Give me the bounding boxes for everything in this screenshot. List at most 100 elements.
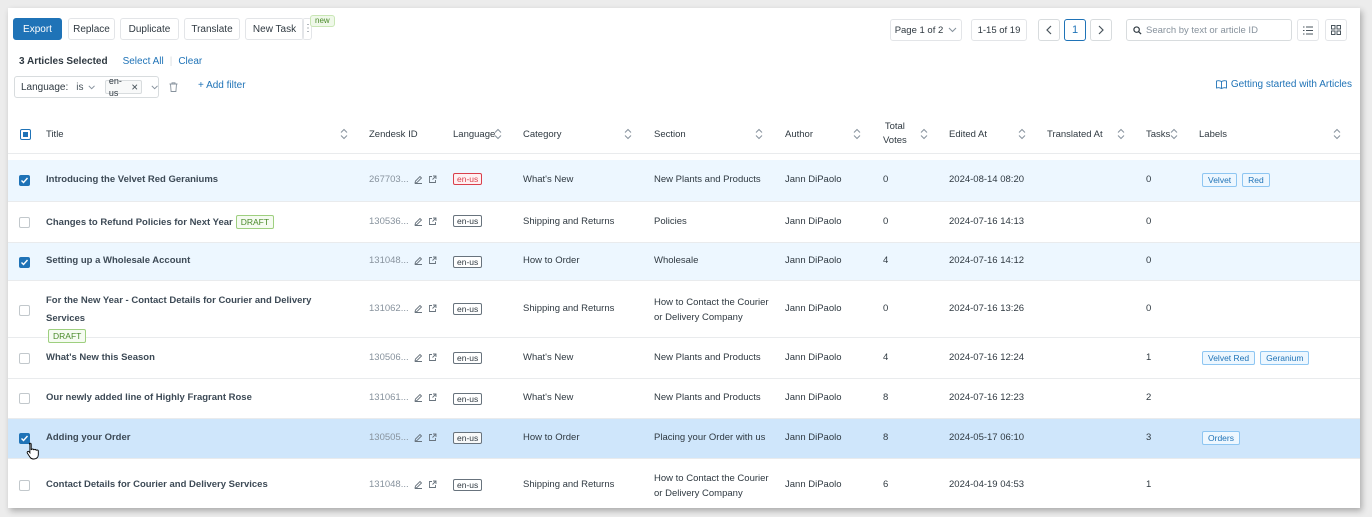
article-title[interactable]: Contact Details for Courier and Delivery… [46, 479, 268, 490]
external-link-icon[interactable] [428, 175, 437, 184]
sort-icon[interactable] [1333, 128, 1341, 140]
sort-icon[interactable] [1018, 128, 1026, 140]
external-link-icon[interactable] [428, 393, 437, 402]
table-row[interactable]: Introducing the Velvet Red Geraniums 267… [8, 160, 1360, 202]
external-link-icon[interactable] [428, 217, 437, 226]
column-zendesk-id[interactable]: Zendesk ID [369, 114, 418, 154]
language-badge: en-us [453, 393, 483, 405]
label-chip[interactable]: Red [1242, 173, 1270, 187]
article-title[interactable]: Changes to Refund Policies for Next Year [46, 217, 233, 228]
external-link-icon[interactable] [428, 256, 437, 265]
column-total-votes[interactable]: Total Votes [883, 114, 907, 154]
row-checkbox[interactable] [19, 393, 30, 404]
column-labels[interactable]: Labels [1199, 114, 1227, 154]
article-title[interactable]: What's New this Season [46, 352, 155, 363]
sort-icon[interactable] [755, 128, 763, 140]
column-translated-at[interactable]: Translated At [1047, 114, 1103, 154]
article-title[interactable]: Adding your Order [46, 432, 130, 443]
table-row[interactable]: For the New Year - Contact Details for C… [8, 281, 1360, 343]
new-task-button[interactable]: New Task [245, 18, 304, 40]
article-title[interactable]: Introducing the Velvet Red Geraniums [46, 174, 218, 185]
language-badge: en-us [453, 479, 483, 491]
list-view-button[interactable] [1297, 19, 1319, 41]
table-row[interactable]: What's New this Season 130506... en-us W… [8, 338, 1360, 379]
external-link-icon[interactable] [428, 433, 437, 442]
external-link-icon[interactable] [428, 304, 437, 313]
row-checkbox[interactable] [19, 353, 30, 364]
search-box[interactable] [1126, 19, 1292, 41]
getting-started-label: Getting started with Articles [1230, 79, 1352, 90]
export-button[interactable]: Export [13, 18, 62, 40]
label-chip[interactable]: Geranium [1260, 351, 1310, 365]
sort-icon[interactable] [1170, 128, 1178, 140]
language-filter[interactable]: Language: is en-us [14, 76, 159, 98]
edit-icon[interactable] [414, 480, 423, 489]
label-chip[interactable]: Orders [1202, 431, 1240, 445]
column-language[interactable]: Language [453, 114, 495, 154]
sort-icon[interactable] [920, 128, 928, 140]
close-icon[interactable] [132, 84, 138, 90]
column-author[interactable]: Author [785, 114, 813, 154]
add-filter-link[interactable]: + Add filter [198, 80, 246, 91]
edit-icon[interactable] [414, 256, 423, 265]
getting-started-link[interactable]: Getting started with Articles [1215, 79, 1352, 90]
edited-at: 2024-05-17 06:10 [949, 432, 1025, 443]
edit-icon[interactable] [414, 433, 423, 442]
column-category[interactable]: Category [523, 114, 562, 154]
zendesk-id: 130506... [369, 352, 437, 363]
select-all-checkbox[interactable] [20, 129, 31, 140]
trash-icon[interactable] [169, 82, 178, 92]
row-checkbox[interactable] [19, 305, 30, 316]
sort-icon[interactable] [624, 128, 632, 140]
page-1-button[interactable]: 1 [1064, 19, 1086, 41]
edit-icon[interactable] [414, 175, 423, 184]
sort-icon[interactable] [853, 128, 861, 140]
clear-link[interactable]: Clear [178, 56, 202, 67]
replace-button[interactable]: Replace [68, 18, 115, 40]
label-chip[interactable]: Velvet Red [1202, 351, 1256, 365]
zendesk-id-text: 131062... [369, 303, 409, 314]
external-link-icon[interactable] [428, 353, 437, 362]
select-all-link[interactable]: Select All [123, 56, 164, 67]
next-page-button[interactable] [1090, 19, 1112, 41]
row-checkbox[interactable] [19, 217, 30, 228]
filter-operator[interactable]: is [76, 82, 83, 93]
article-title[interactable]: For the New Year - Contact Details for C… [46, 295, 311, 324]
table-row[interactable]: Changes to Refund Policies for Next Year… [8, 202, 1360, 243]
translate-button[interactable]: Translate [184, 18, 240, 40]
grid-view-button[interactable] [1325, 19, 1347, 41]
duplicate-button[interactable]: Duplicate [120, 18, 179, 40]
page-select[interactable]: Page 1 of 2 [890, 19, 962, 41]
edited-at: 2024-07-16 12:23 [949, 392, 1025, 403]
search-input[interactable] [1146, 24, 1286, 36]
table-row[interactable]: Our newly added line of Highly Fragrant … [8, 379, 1360, 419]
table-row[interactable]: Setting up a Wholesale Account 131048...… [8, 243, 1360, 281]
sort-icon[interactable] [1117, 128, 1125, 140]
total-votes: 8 [883, 432, 889, 443]
label-chip[interactable]: Velvet [1202, 173, 1238, 187]
table-row[interactable]: Adding your Order 130505... en-us How to… [8, 419, 1360, 459]
row-checkbox[interactable] [19, 257, 30, 268]
sort-icon[interactable] [494, 128, 502, 140]
article-title[interactable]: Setting up a Wholesale Account [46, 255, 190, 266]
article-title[interactable]: Our newly added line of Highly Fragrant … [46, 392, 252, 403]
zendesk-id-text: 130536... [369, 216, 409, 227]
edit-icon[interactable] [414, 353, 423, 362]
row-checkbox[interactable] [19, 480, 30, 491]
column-edited-at[interactable]: Edited At [949, 114, 987, 154]
external-link-icon[interactable] [428, 480, 437, 489]
column-title[interactable]: Title [46, 114, 64, 154]
sort-icon[interactable] [340, 128, 348, 140]
edit-icon[interactable] [414, 304, 423, 313]
previous-page-button[interactable] [1038, 19, 1060, 41]
table-row[interactable]: Contact Details for Courier and Delivery… [8, 459, 1360, 508]
row-checkbox[interactable] [19, 175, 30, 186]
edit-icon[interactable] [414, 393, 423, 402]
section: How to Contact the Courier or Delivery Co… [654, 471, 769, 501]
column-tasks[interactable]: Tasks [1146, 114, 1170, 154]
zendesk-id-text: 267703... [369, 174, 409, 185]
edit-icon[interactable] [414, 217, 423, 226]
zendesk-id-text: 130505... [369, 432, 409, 443]
column-votes-line2: Votes [883, 135, 907, 146]
column-section[interactable]: Section [654, 114, 686, 154]
